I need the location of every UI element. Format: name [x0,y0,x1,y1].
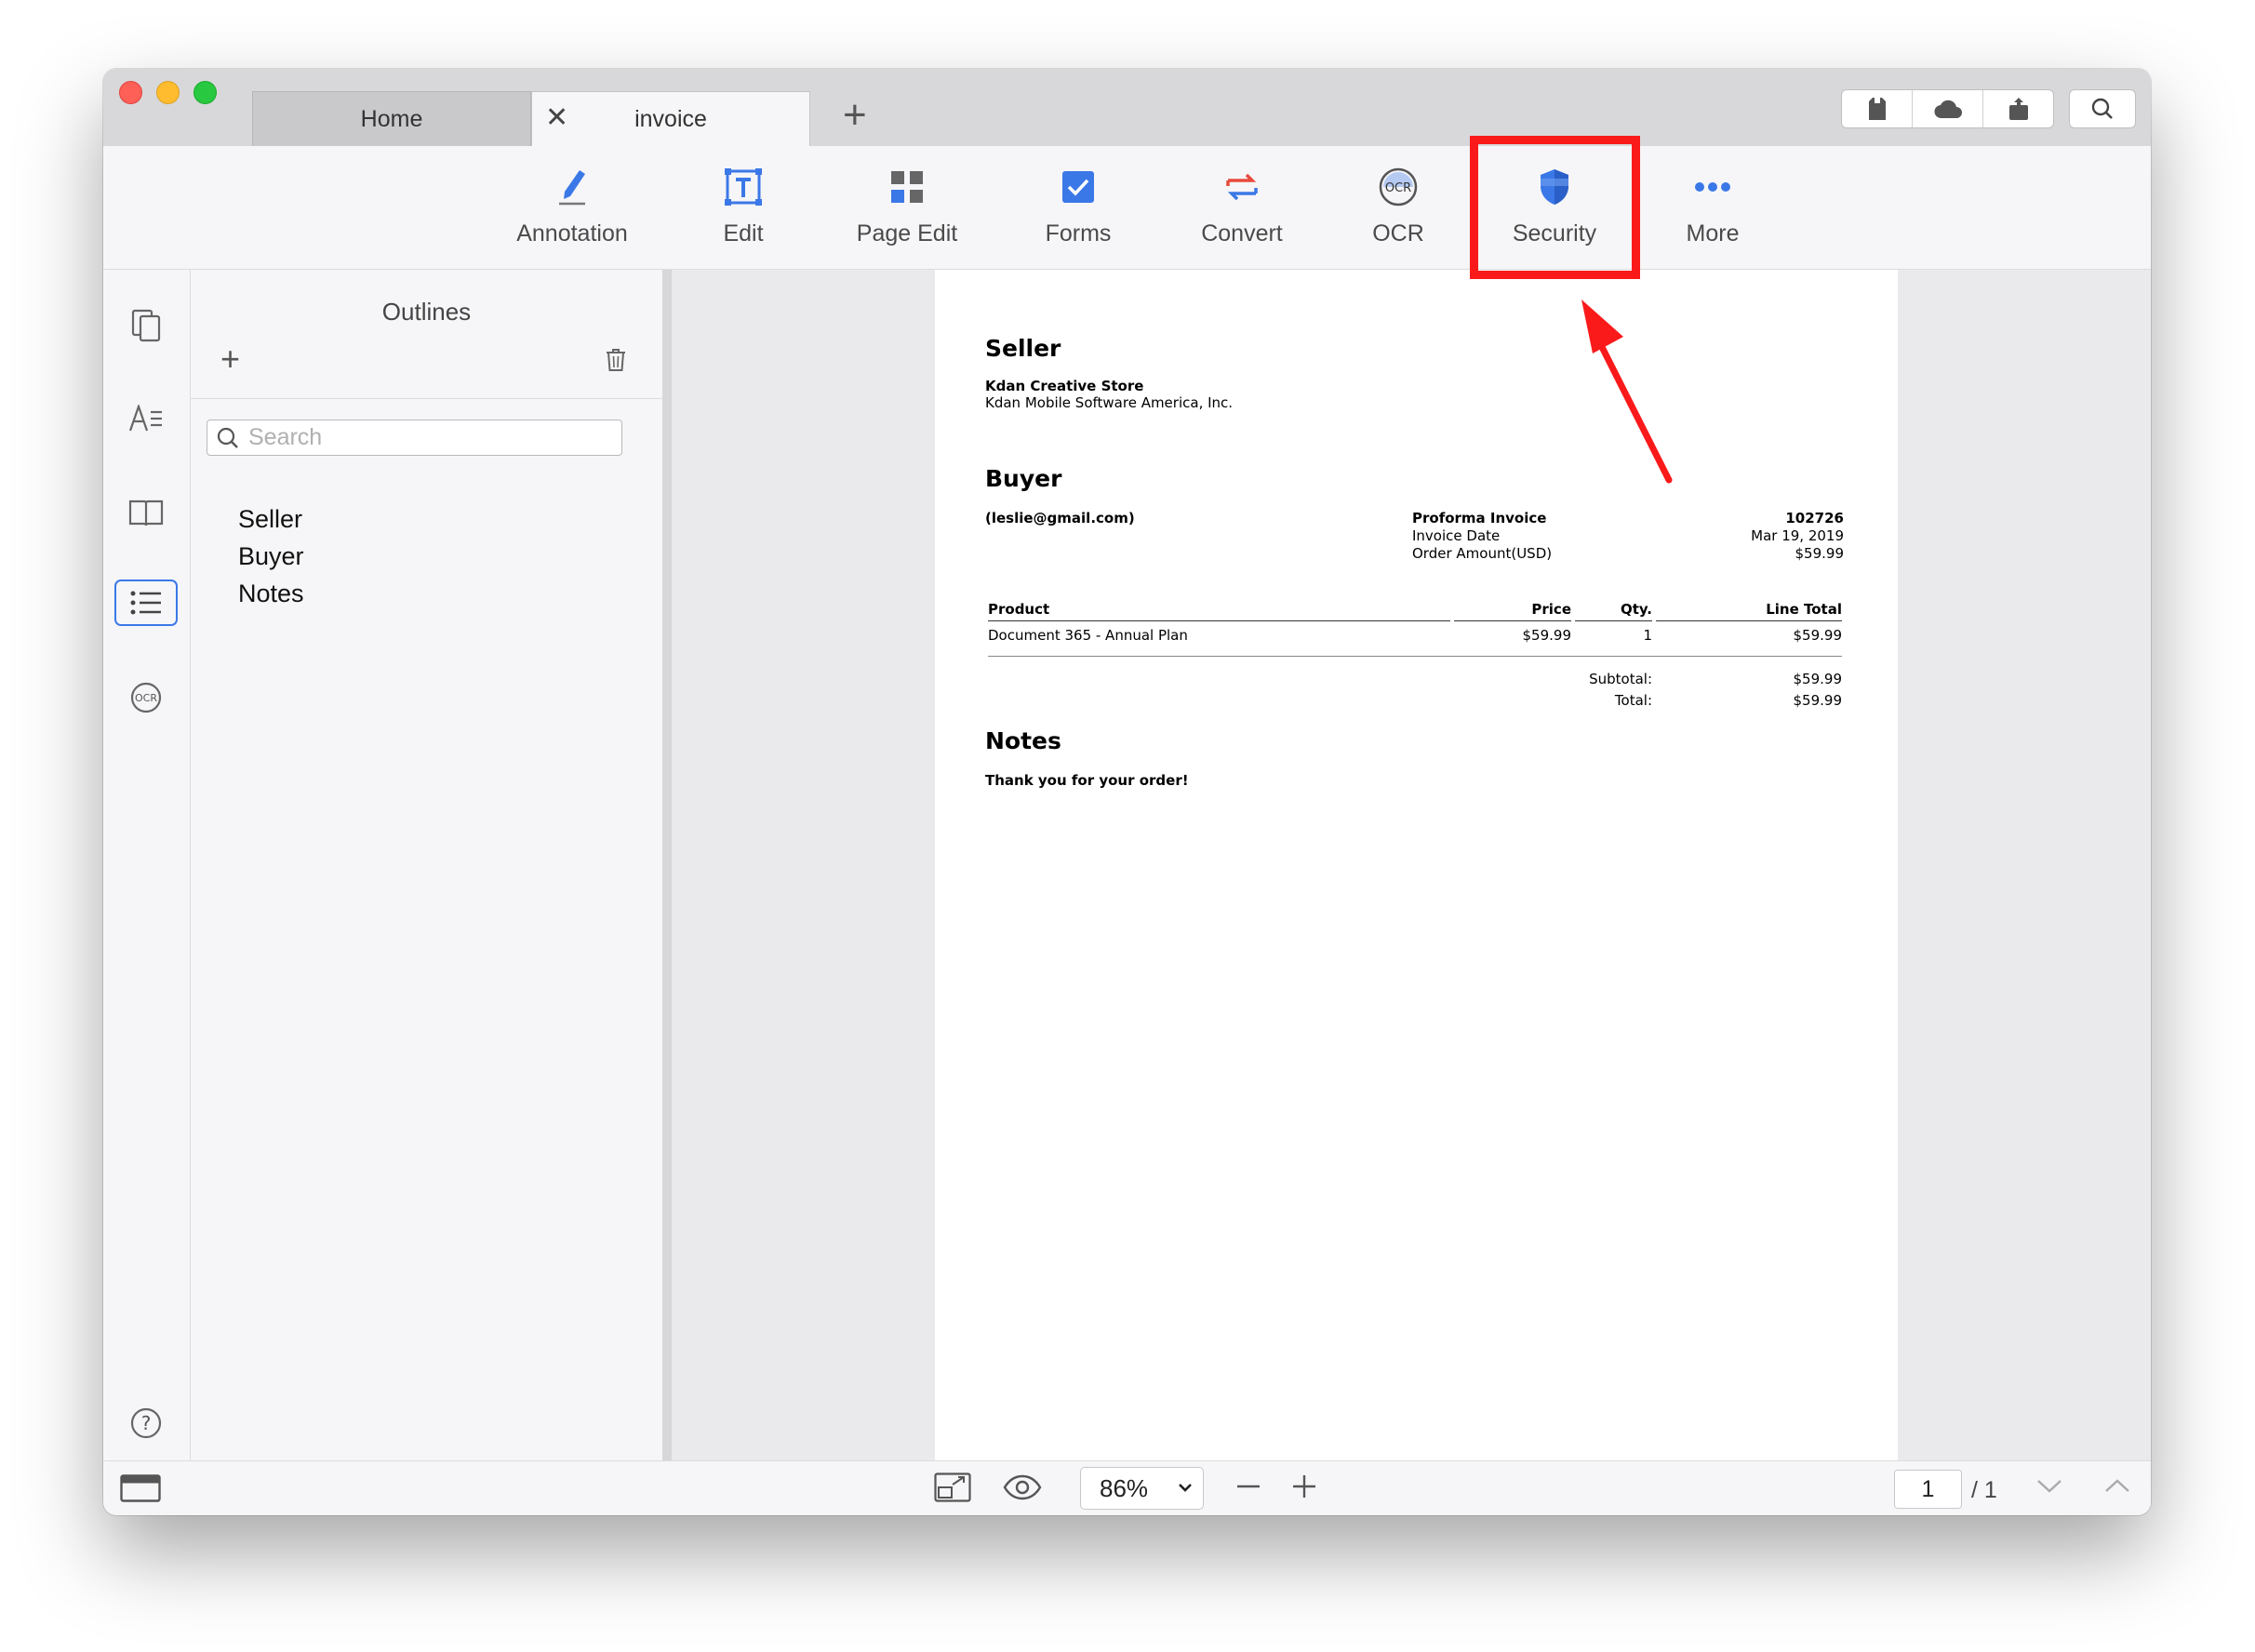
annotation-arrow [1581,300,1673,484]
